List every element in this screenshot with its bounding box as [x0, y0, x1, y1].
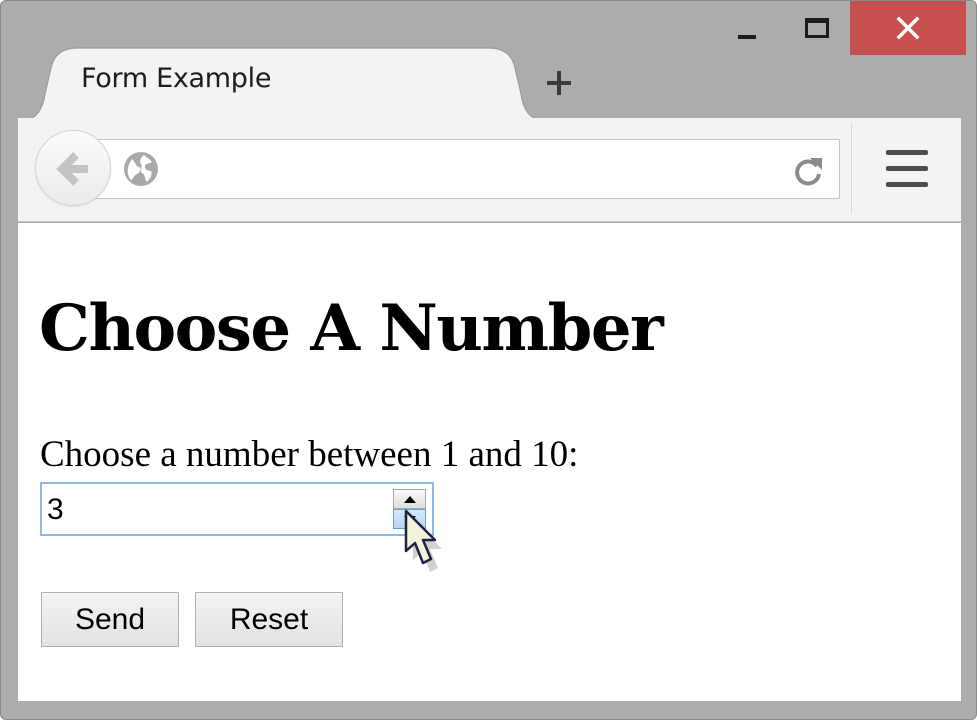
mouse-pointer-icon: [404, 509, 442, 572]
reload-icon[interactable]: [792, 154, 824, 188]
number-input[interactable]: 3: [40, 482, 434, 536]
reset-button[interactable]: Reset: [195, 592, 343, 647]
arrow-left-icon: [56, 152, 88, 186]
close-icon: [896, 16, 920, 40]
tab-form-example[interactable]: Form Example: [23, 46, 543, 120]
tab-title: Form Example: [81, 63, 272, 94]
new-tab-button[interactable]: [541, 65, 577, 101]
maximize-button[interactable]: [787, 1, 847, 55]
menu-button[interactable]: [874, 148, 938, 192]
minimize-button[interactable]: [713, 1, 779, 55]
number-value: 3: [47, 493, 64, 526]
minimize-icon: [738, 35, 756, 39]
toolbar-separator: [851, 124, 852, 214]
close-window-button[interactable]: [850, 1, 966, 55]
browser-window: Form Example Choose A Number Choose a nu…: [0, 0, 977, 720]
number-field-label: Choose a number between 1 and 10:: [40, 434, 579, 475]
spin-up-button[interactable]: [393, 489, 426, 509]
page-title: Choose A Number: [39, 291, 664, 366]
back-button[interactable]: [35, 130, 111, 206]
globe-icon: [124, 152, 158, 186]
plus-icon: [547, 71, 571, 95]
send-button[interactable]: Send: [41, 592, 179, 647]
maximize-icon: [805, 18, 829, 38]
triangle-up-icon: [404, 496, 416, 503]
page-content: Choose A Number Choose a number between …: [18, 223, 961, 701]
address-bar[interactable]: [80, 139, 840, 199]
hamburger-menu-icon: [886, 182, 928, 187]
hamburger-menu-icon: [886, 150, 928, 155]
navigation-toolbar: [18, 118, 961, 222]
hamburger-menu-icon: [886, 166, 928, 171]
